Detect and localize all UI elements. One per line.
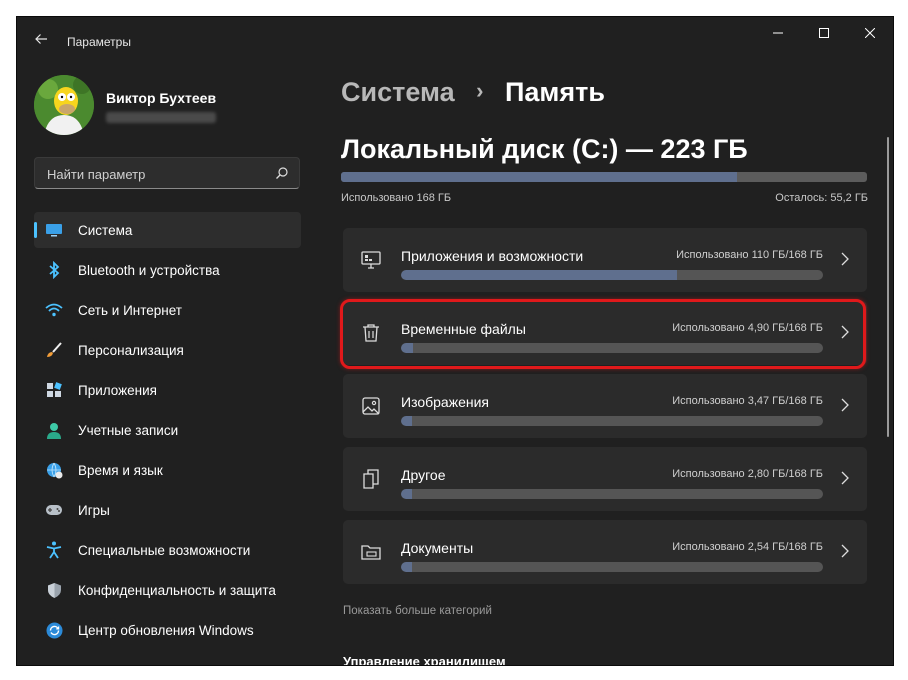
minimize-icon [773,32,783,34]
disk-free-label: Осталось: 55,2 ГБ [775,192,868,204]
sidebar-item-network[interactable]: Сеть и Интернет [34,292,301,328]
brush-icon [45,341,63,359]
category-usage-fill [401,416,412,426]
gamepad-icon [45,501,63,519]
avatar [34,75,94,135]
category-title: Другое [401,467,446,483]
back-button[interactable] [29,27,53,51]
category-card-apps[interactable]: Приложения и возможности Использовано 11… [343,228,867,292]
update-icon [45,621,63,639]
sidebar-item-gaming[interactable]: Игры [34,492,301,528]
sidebar-item-accessibility[interactable]: Специальные возможности [34,532,301,568]
search-icon[interactable] [275,166,289,185]
bluetooth-icon [45,261,63,279]
user-name: Виктор Бухтеев [106,90,217,106]
app-title: Параметры [67,35,131,49]
chevron-right-icon [841,471,849,490]
sidebar-item-privacy[interactable]: Конфиденциальность и защита [34,572,301,608]
sidebar-item-label: Bluetooth и устройства [78,262,220,278]
sidebar-item-label: Учетные записи [78,422,179,438]
category-usage-bar [401,489,823,499]
category-usage: Использовано 110 ГБ/168 ГБ [676,249,823,261]
wifi-icon [45,301,63,319]
disk-usage-fill [341,172,738,182]
image-icon [360,395,382,417]
settings-window: Параметры Виктор Бухтеев Найти параметр … [16,16,894,666]
title-bar: Параметры [17,17,893,61]
back-arrow-icon [35,34,47,44]
category-usage-bar [401,270,823,280]
chevron-right-icon [841,544,849,563]
page-title: Память [505,77,605,107]
sidebar-item-system[interactable]: Система [34,212,301,248]
category-card-documents[interactable]: Документы Использовано 2,54 ГБ/168 ГБ [343,520,867,584]
sidebar-item-accounts[interactable]: Учетные записи [34,412,301,448]
document-other-icon [360,468,382,490]
category-usage-fill [401,562,412,572]
category-usage-bar [401,416,823,426]
globe-clock-icon [45,461,63,479]
sidebar-nav: Система Bluetooth и устройства Сеть и Ин… [34,212,301,652]
sidebar-item-label: Сеть и Интернет [78,302,182,318]
sidebar-item-apps[interactable]: Приложения [34,372,301,408]
sidebar-item-label: Центр обновления Windows [78,622,254,638]
chevron-right-icon [841,398,849,417]
sidebar-item-time-language[interactable]: Время и язык [34,452,301,488]
sidebar-item-label: Время и язык [78,462,163,478]
sidebar-item-label: Специальные возможности [78,542,251,558]
category-usage: Использовано 2,80 ГБ/168 ГБ [672,468,823,480]
scrollbar[interactable] [887,137,889,437]
maximize-button[interactable] [801,17,847,49]
sidebar-item-windows-update[interactable]: Центр обновления Windows [34,612,301,648]
display-icon [45,221,63,239]
close-button[interactable] [847,17,893,49]
disk-title: Локальный диск (C:) — 223 ГБ [341,134,748,164]
maximize-icon [819,28,829,38]
shield-icon [45,581,63,599]
sidebar-item-label: Персонализация [78,342,184,358]
category-usage-bar [401,562,823,572]
category-usage-fill [401,270,678,280]
search-box[interactable] [34,157,300,190]
sidebar-item-label: Приложения [78,382,157,398]
minimize-button[interactable] [755,17,801,49]
apps-features-icon [360,249,382,271]
category-usage-fill [401,489,412,499]
storage-management-heading: Управление хранилищем [343,654,506,666]
category-title: Документы [401,540,474,556]
user-email-blurred [106,112,216,123]
person-icon [45,421,63,439]
search-input[interactable] [45,158,269,190]
highlight-box [340,299,866,369]
category-card-other[interactable]: Другое Использовано 2,80 ГБ/168 ГБ [343,447,867,511]
category-title: Изображения [401,394,489,410]
sidebar-item-label: Система [78,222,133,238]
category-usage: Использовано 3,47 ГБ/168 ГБ [672,395,823,407]
sidebar-item-bluetooth[interactable]: Bluetooth и устройства [34,252,301,288]
category-usage: Использовано 2,54 ГБ/168 ГБ [672,541,823,553]
sidebar-item-label: Конфиденциальность и защита [78,582,276,598]
close-icon [865,28,875,38]
breadcrumb: Система › Память [341,77,605,108]
sidebar-item-personalization[interactable]: Персонализация [34,332,301,368]
chevron-right-icon: › [476,78,484,103]
apps-icon [45,381,63,399]
sidebar-item-label: Игры [78,502,110,518]
category-title: Приложения и возможности [401,248,584,264]
folder-icon [360,541,382,563]
accessibility-icon [45,541,63,559]
disk-used-label: Использовано 168 ГБ [341,192,452,204]
chevron-right-icon [841,252,849,271]
show-more-categories-link[interactable]: Показать больше категорий [343,605,492,617]
category-card-images[interactable]: Изображения Использовано 3,47 ГБ/168 ГБ [343,374,867,438]
breadcrumb-parent[interactable]: Система [341,77,455,107]
disk-usage-bar [341,172,867,182]
